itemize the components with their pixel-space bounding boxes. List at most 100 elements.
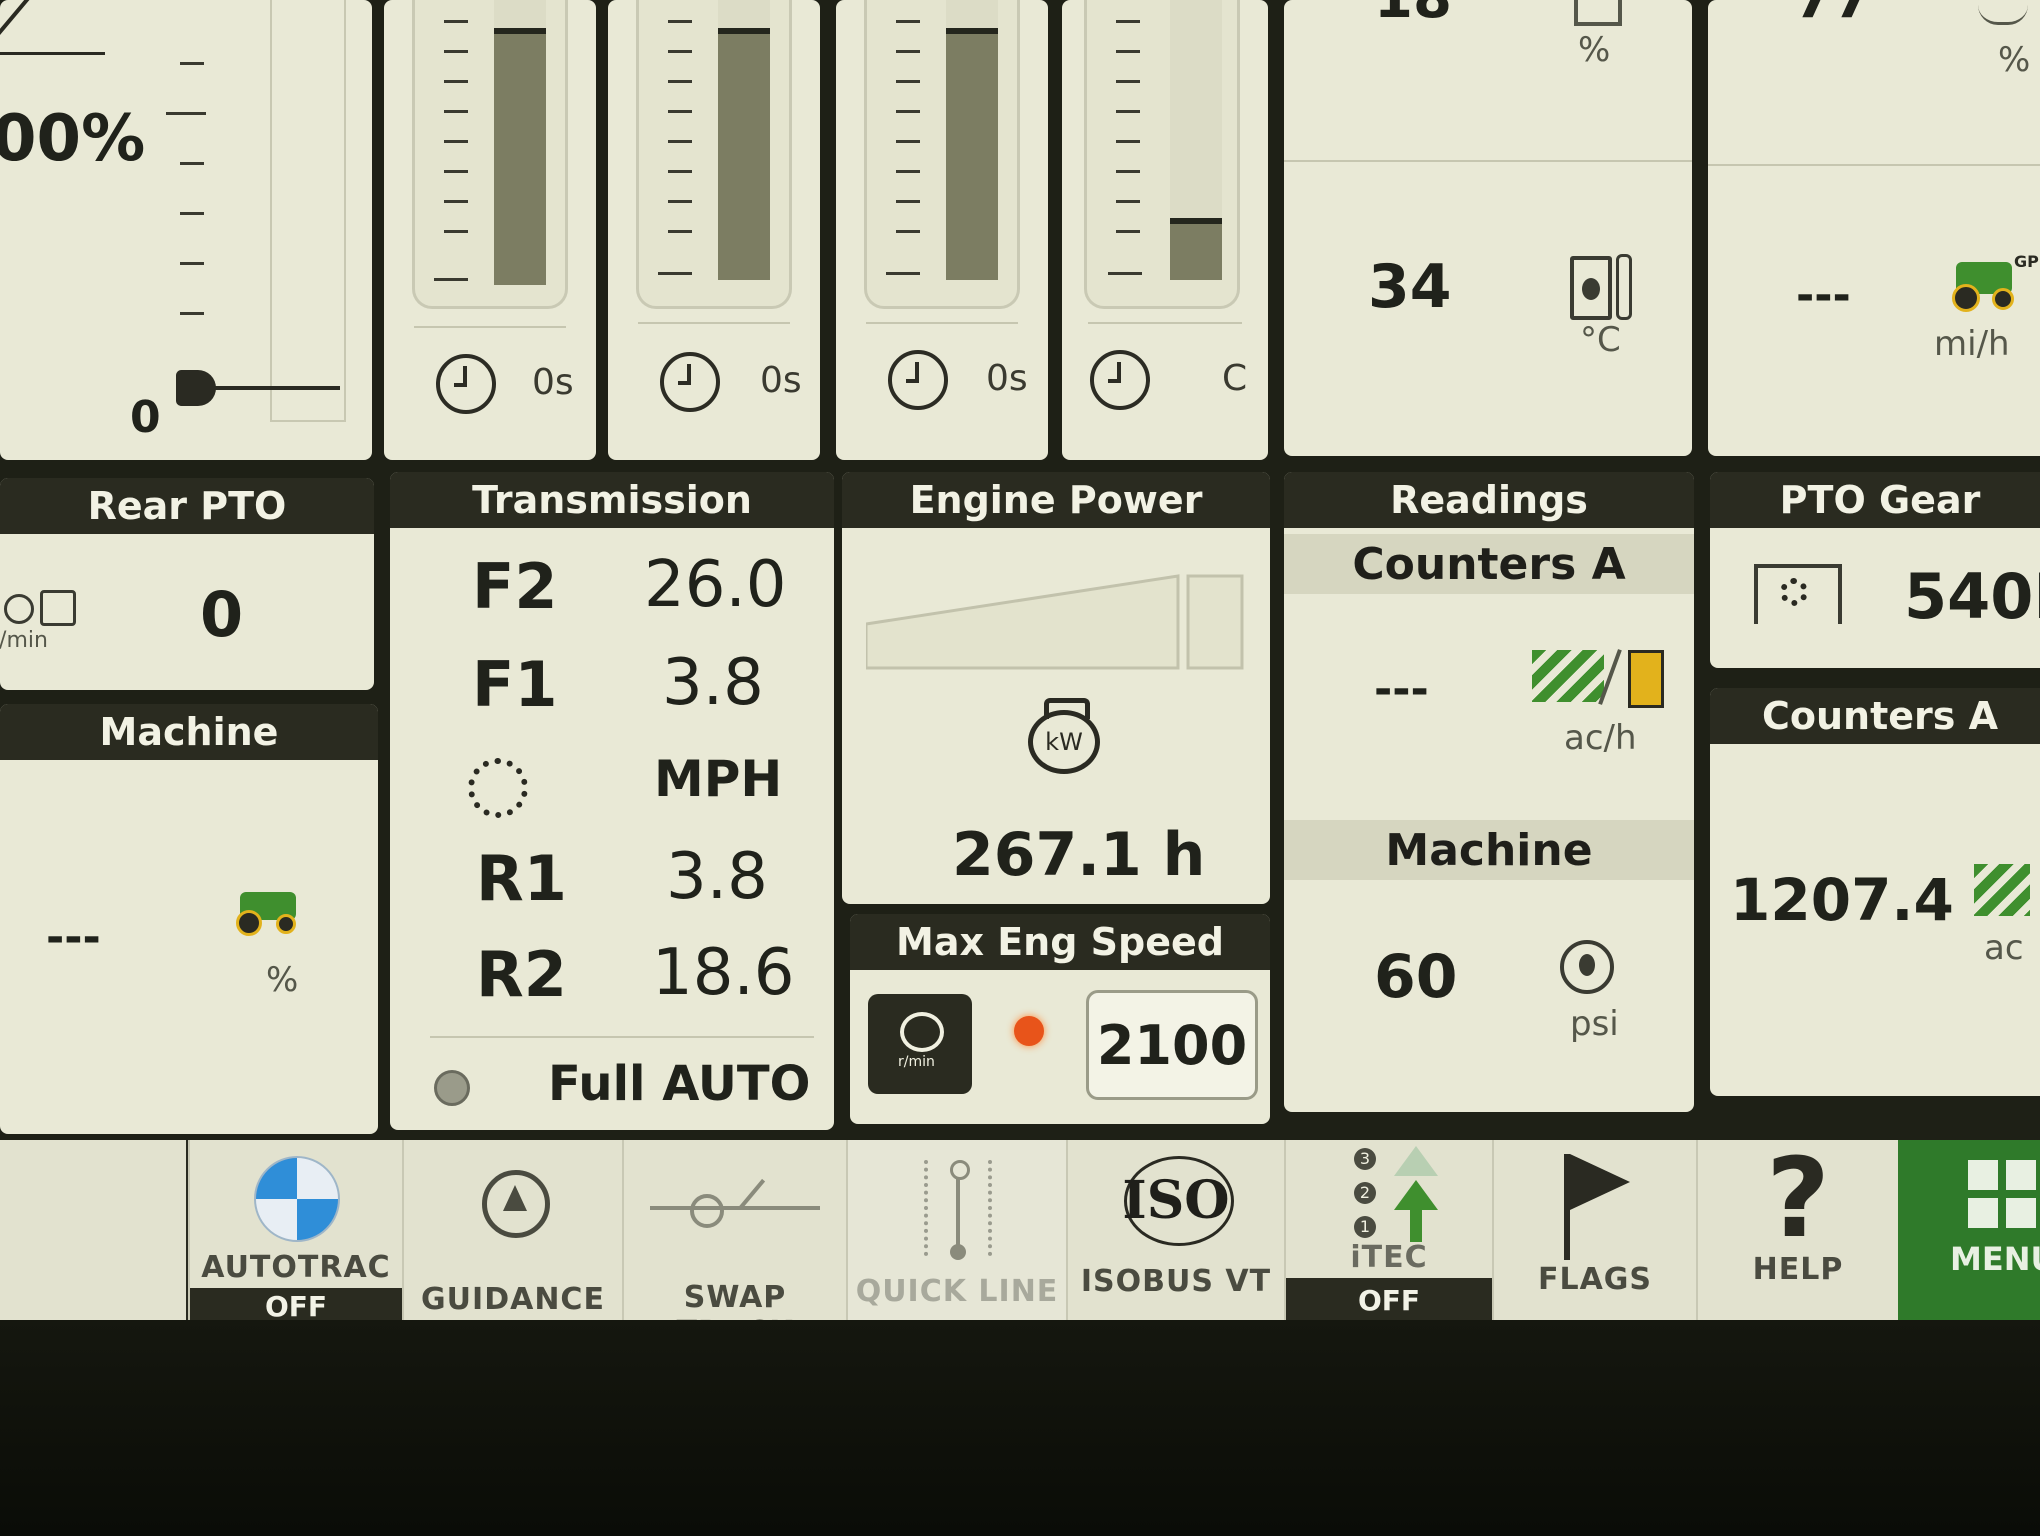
- quick-line-icon: [924, 1160, 992, 1260]
- flag-icon: [1564, 1154, 1634, 1264]
- flags-button[interactable]: FLAGS: [1492, 1140, 1696, 1320]
- power-bar-graph: [866, 574, 1244, 670]
- fuel-temp-unit: °C: [1580, 320, 1621, 360]
- quick-line-button[interactable]: QUICK LINE: [846, 1140, 1066, 1320]
- panel-max-eng-speed[interactable]: Max Eng Speed r/min 2100: [850, 914, 1270, 1124]
- itec-label: iTEC: [1350, 1240, 1428, 1275]
- area-icon: [1974, 864, 2030, 916]
- top-unit: %: [1998, 40, 2031, 80]
- panel-gauge-3[interactable]: 0s: [836, 0, 1048, 460]
- gear-label: R1: [476, 842, 567, 915]
- speed-unit: MPH: [654, 750, 783, 808]
- tank-icon: [1574, 0, 1622, 26]
- gear-speed: 3.8: [662, 646, 764, 720]
- autotrac-button[interactable]: AUTOTRAC OFF: [188, 1140, 402, 1323]
- panel-title: PTO Gear: [1710, 472, 2040, 528]
- itec-status: OFF: [1357, 1284, 1421, 1317]
- blank-button[interactable]: [0, 1140, 186, 1320]
- itec-button[interactable]: 3 2 1 iTEC OFF: [1284, 1140, 1492, 1320]
- panel-machine-slip[interactable]: Machine --- %: [0, 704, 378, 1134]
- menu-button[interactable]: MENU: [1898, 1140, 2040, 1320]
- panel-engine-power[interactable]: Engine Power kW 267.1 h: [842, 472, 1270, 904]
- panel-pto-gear[interactable]: PTO Gear 540E: [1710, 472, 2040, 668]
- engine-speed-set-button[interactable]: r/min: [868, 994, 972, 1094]
- panel-fuel-temp[interactable]: 18 % 34 °C: [1284, 0, 1692, 456]
- pointer-line: [210, 386, 340, 390]
- timer-icon: [436, 354, 496, 414]
- panel-gauge-4[interactable]: C: [1062, 0, 1268, 460]
- mode-indicator-icon: [434, 1070, 470, 1106]
- counters-value: ---: [1374, 664, 1429, 715]
- status-indicator-icon: [1014, 1016, 1044, 1046]
- top-value: 18: [1374, 0, 1452, 31]
- panel-ground-speed[interactable]: 77 % --- GPS mi/h: [1708, 0, 2040, 456]
- transmission-mode: Full AUTO: [548, 1056, 811, 1112]
- machine-slip-value: ---: [46, 912, 101, 963]
- hydraulic-pressure-icon: [1560, 940, 1614, 994]
- rear-pto-unit: r/min: [0, 628, 48, 653]
- gear-speed: 3.8: [666, 840, 768, 914]
- compass-icon: [482, 1170, 550, 1238]
- gauge-zero: 0: [130, 392, 161, 443]
- isobus-label: ISOBUS VT: [1080, 1264, 1272, 1299]
- gear-label: R2: [476, 938, 567, 1011]
- wave-icon: [1978, 4, 2028, 25]
- gauge-bar-fill: [1170, 218, 1222, 280]
- swap-track-button[interactable]: SWAP TRACK: [622, 1140, 846, 1350]
- gauge-bar-fill: [946, 27, 998, 280]
- panel-throttle-gauge[interactable]: 00% 0: [0, 0, 372, 460]
- engine-speed-icon: [900, 1012, 944, 1052]
- machine-subtitle: Machine: [1284, 820, 1694, 880]
- menu-label: MENU: [1950, 1240, 2040, 1278]
- flags-label: FLAGS: [1537, 1262, 1653, 1297]
- help-button[interactable]: ? HELP: [1696, 1134, 1898, 1320]
- panel-transmission[interactable]: Transmission F2 26.0 F1 3.8 MPH R1 3.8 R…: [390, 472, 834, 1130]
- help-label: HELP: [1752, 1252, 1844, 1287]
- counters-subtitle: Counters A: [1284, 534, 1694, 594]
- gauge-bar-fill: [494, 28, 546, 285]
- engine-kw-label: kW: [1045, 728, 1083, 756]
- step-3: 3: [1354, 1148, 1376, 1170]
- itec-steps-icon: 3 2 1: [1354, 1146, 1444, 1246]
- throttle-percent: 00%: [0, 102, 146, 176]
- area-rate-icon: [1532, 650, 1604, 702]
- pto-gear-value: 540E: [1904, 560, 2040, 633]
- area-value: 1207.4: [1730, 866, 1954, 934]
- timer-icon: [888, 350, 948, 410]
- gauge-track: [270, 0, 346, 422]
- panel-readings[interactable]: Readings Counters A --- ac/h Machine 60 …: [1284, 472, 1694, 1112]
- ground-speed-value: ---: [1796, 270, 1851, 321]
- hourglass-icon: [1628, 650, 1664, 708]
- panel-title: Max Eng Speed: [850, 914, 1270, 970]
- panel-title: Readings: [1284, 472, 1694, 528]
- area-unit: ac: [1984, 928, 2024, 968]
- timer-value: 0s: [760, 360, 802, 401]
- autotrac-icon: [254, 1156, 340, 1242]
- panel-title: Machine: [0, 704, 378, 760]
- step-1: 1: [1354, 1216, 1376, 1238]
- step-2: 2: [1354, 1182, 1376, 1204]
- panel-gauge-1[interactable]: 0s: [384, 0, 596, 460]
- iso-logo: ISO: [1122, 1170, 1230, 1231]
- timer-icon: [660, 352, 720, 412]
- pto-gear-icon: [1754, 564, 1842, 624]
- panel-gauge-2[interactable]: 0s: [608, 0, 820, 460]
- max-eng-speed-input[interactable]: 2100: [1086, 990, 1258, 1100]
- machine-pressure-unit: psi: [1570, 1004, 1619, 1044]
- gear-label: F2: [472, 550, 558, 623]
- gear-label: F1: [472, 648, 558, 721]
- tractor-slip-icon: [236, 892, 296, 936]
- isobus-vt-button[interactable]: ISO ISOBUS VT: [1066, 1140, 1284, 1320]
- panel-title: Counters A: [1710, 688, 2040, 744]
- thermometer-stem: [1616, 254, 1632, 320]
- rear-pto-value: 0: [200, 578, 244, 651]
- quick-line-label: QUICK LINE: [855, 1274, 1059, 1309]
- engine-icon-cap: [1044, 698, 1090, 719]
- bezel: [0, 1320, 2040, 1536]
- panel-rear-pto[interactable]: Rear PTO r/min 0: [0, 478, 374, 690]
- guidance-button[interactable]: GUIDANCE: [402, 1140, 622, 1320]
- gauge-bar: [946, 0, 998, 280]
- panel-counters-area[interactable]: Counters A 1207.4 ac: [1710, 688, 2040, 1096]
- engine-hours: 267.1 h: [952, 820, 1206, 890]
- display-screen: 00% 0 0s 0s 0s C % 34 °C % --- GP mi/h R…: [0, 0, 2040, 1350]
